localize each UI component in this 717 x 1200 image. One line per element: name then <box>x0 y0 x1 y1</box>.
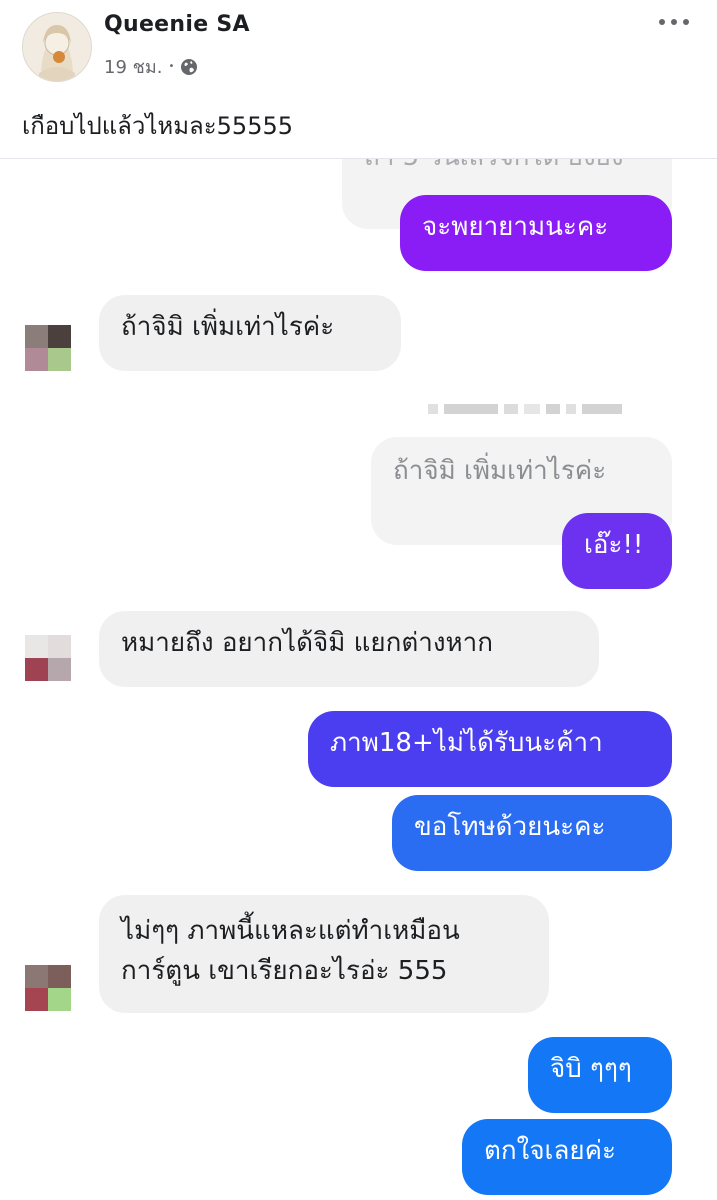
message-ask-chibi: ถ้าจิมิ เพิ่มเท่าไรค่ะ <box>99 295 401 371</box>
quoted-reply-text: ถ้าจิมิ เพิ่มเท่าไรค่ะ <box>393 456 607 486</box>
message-no-cartoon-line2: การ์ตูน เขาเรียกอะไรอ่ะ 555 <box>121 956 448 986</box>
message-shock: ตกใจเลยค่ะ <box>462 1119 672 1195</box>
message-no18: ภาพ18+ไม่ได้รับนะค้าา <box>308 711 672 787</box>
message-chibi-text: จิบิ ๆๆๆ <box>550 1054 632 1084</box>
message-no18-text: ภาพ18+ไม่ได้รับนะค้าา <box>330 728 603 758</box>
message-shock-text: ตกใจเลยค่ะ <box>484 1136 616 1166</box>
message-try: จะพยายามนะคะ <box>400 195 672 271</box>
contact-avatar-2 <box>25 635 71 681</box>
message-eh: เอ๊ะ!! <box>562 513 672 589</box>
post-time[interactable]: 19 ชม. <box>104 52 162 81</box>
author-name[interactable]: Queenie SA <box>104 12 250 37</box>
message-sorry-text: ขอโทษด้วยนะคะ <box>414 812 606 842</box>
globe-icon <box>181 58 198 75</box>
chat-screenshot: ถ้า 5 วันเสร็จก็ได้ ยังยัง จะพยายามนะคะ … <box>0 159 717 1200</box>
contact-avatar-1 <box>25 325 71 371</box>
message-mean-text: หมายถึง อยากได้จิมิ แยกต่างหาก <box>121 628 493 658</box>
quoted-message-top-text: ถ้า 5 วันเสร็จก็ได้ ยังยัง <box>364 159 624 172</box>
post-caption: เกือบไปแล้วไหมละ55555 <box>22 112 293 140</box>
meta-dot: • <box>168 61 175 72</box>
more-horizontal-icon[interactable] <box>657 14 691 30</box>
message-chibi: จิบิ ๆๆๆ <box>528 1037 672 1113</box>
author-avatar[interactable] <box>22 12 92 82</box>
post-header: Queenie SA 19 ชม. • เกือบไปแล้วไหมละ5555… <box>0 0 717 159</box>
message-no-cartoon-line1: ไม่ๆๆ ภาพนี้แหละแต่ทำเหมือน <box>121 916 460 946</box>
avatar-illustration <box>23 13 91 81</box>
post-meta: 19 ชม. • <box>104 52 198 81</box>
contact-avatar-3 <box>25 965 71 1011</box>
message-sorry: ขอโทษด้วยนะคะ <box>392 795 672 871</box>
message-eh-text: เอ๊ะ!! <box>584 530 644 560</box>
blurred-reply-header <box>428 404 622 414</box>
message-mean: หมายถึง อยากได้จิมิ แยกต่างหาก <box>99 611 599 687</box>
message-ask-chibi-text: ถ้าจิมิ เพิ่มเท่าไรค่ะ <box>121 312 335 342</box>
message-try-text: จะพยายามนะคะ <box>422 212 609 242</box>
message-no-cartoon: ไม่ๆๆ ภาพนี้แหละแต่ทำเหมือน การ์ตูน เขาเ… <box>99 895 549 1013</box>
